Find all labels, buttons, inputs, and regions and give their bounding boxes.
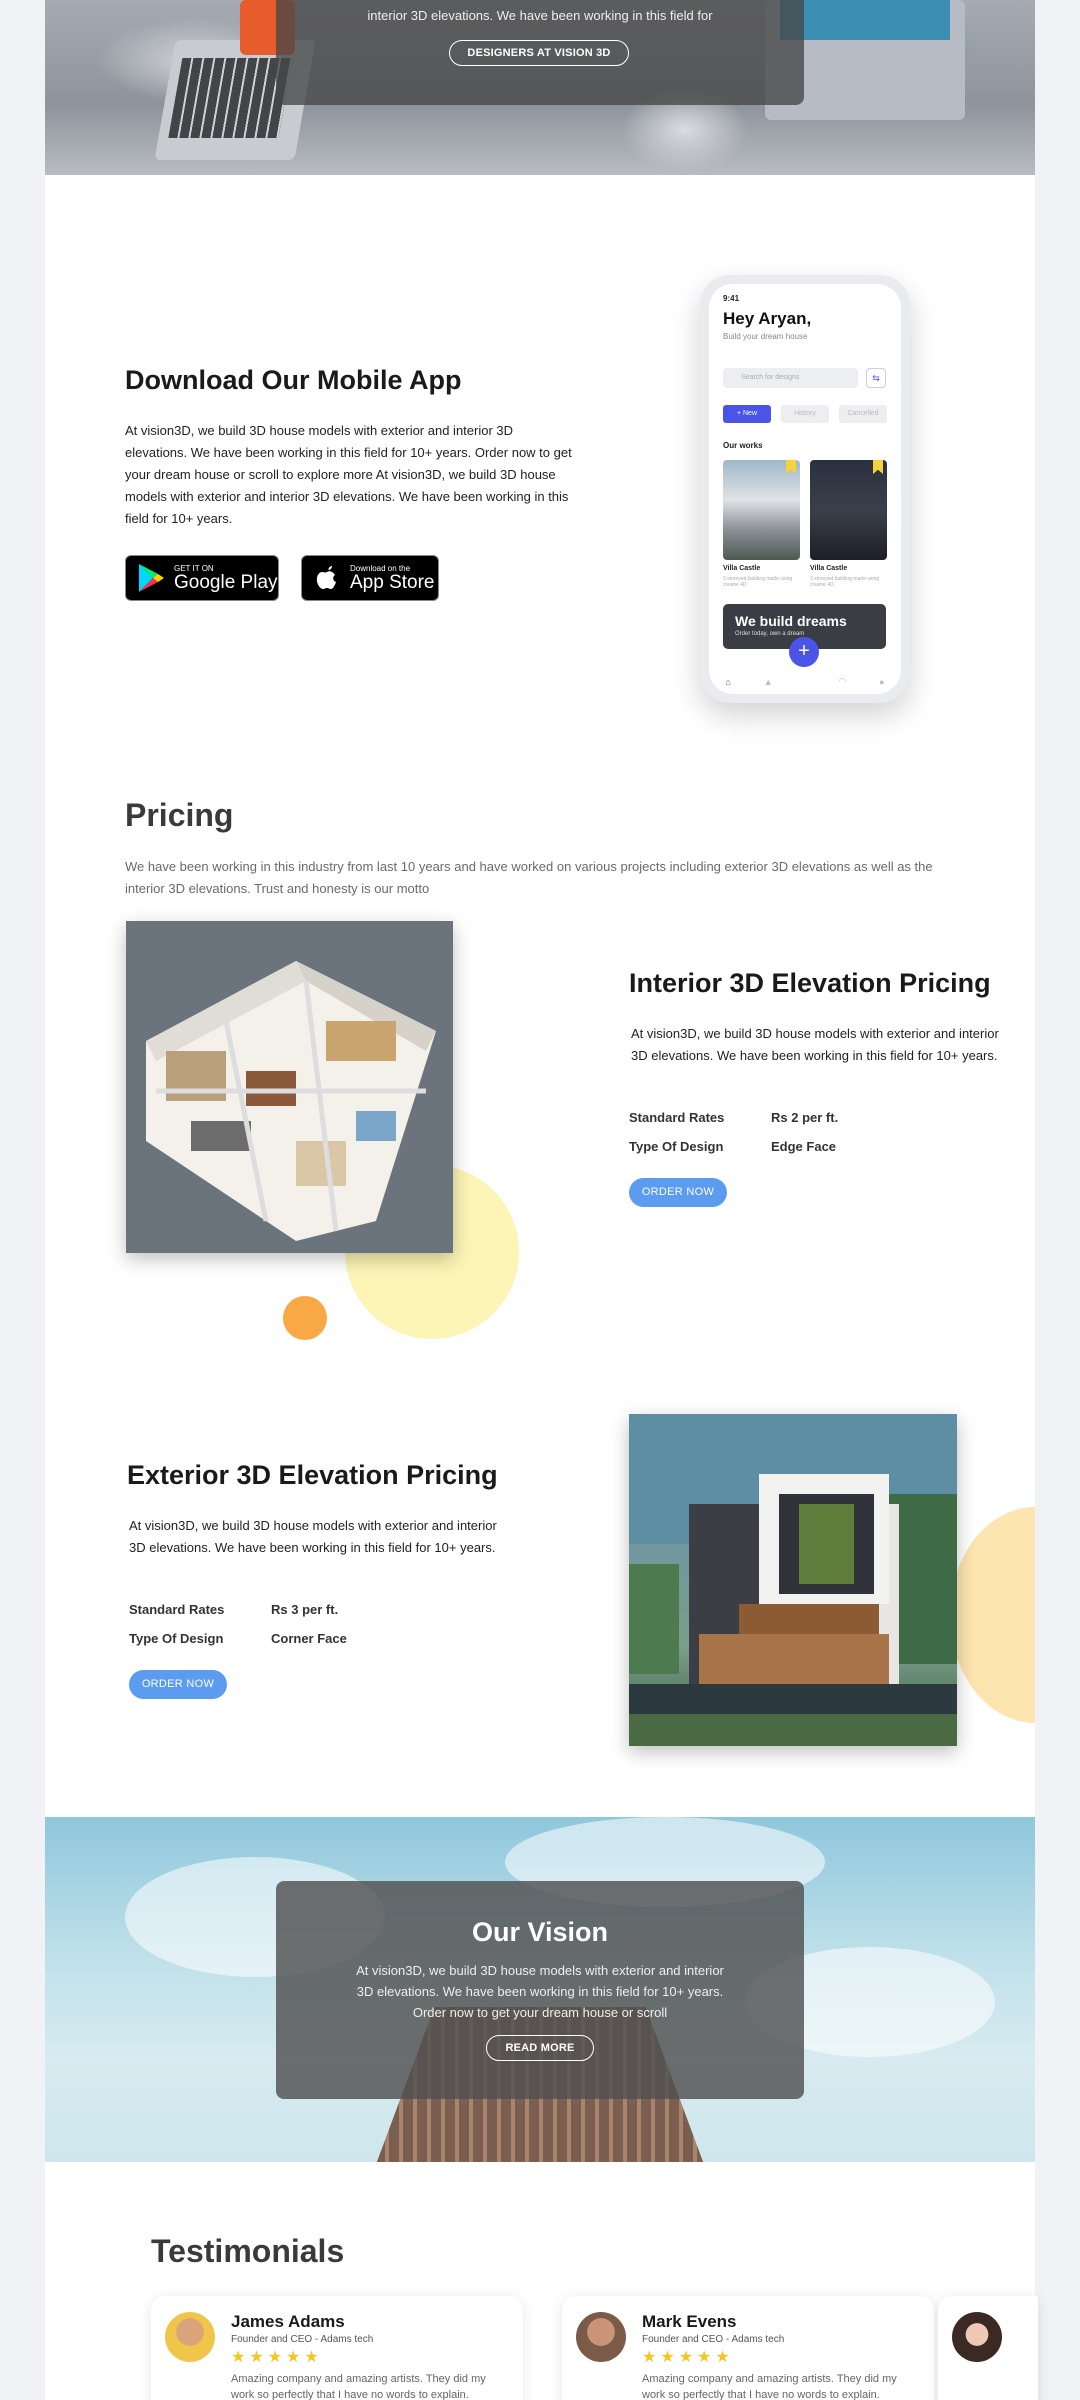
phone-plus-icon: + [789, 637, 819, 667]
testimonial-role: Founder and CEO - Adams tech [231, 2334, 374, 2345]
testimonial-quote: Amazing company and amazing artists. The… [231, 2373, 486, 2400]
home-icon: ⌂ [725, 676, 731, 687]
exterior-pricing-title: Exterior 3D Elevation Pricing [127, 1460, 498, 1490]
pricing-text: We have been working in this industry fr… [125, 859, 933, 896]
read-more-button[interactable]: READ MORE [486, 2035, 594, 2061]
exterior-order-button[interactable]: ORDER NOW [129, 1670, 227, 1699]
phone-nav-bar: ⌂ ▲ ◠ ● [709, 669, 901, 694]
interior-elevation-image [126, 921, 453, 1253]
testimonial-name: James Adams [231, 2312, 345, 2331]
phone-card-image [723, 460, 800, 560]
testimonial-card: James Adams Founder and CEO - Adams tech… [151, 2296, 523, 2400]
hero-banner: interior 3D elevations. We have been wor… [45, 0, 1035, 175]
phone-status-time: 9:41 [723, 294, 740, 303]
page: interior 3D elevations. We have been wor… [45, 0, 1035, 2400]
exterior-rate-label: Standard Rates [129, 1602, 225, 1617]
vision-section: Our Vision At vision3D, we build 3D hous… [45, 1817, 1035, 2162]
phone-card-desc: 3 storeyed building made using civame 4D [810, 576, 880, 588]
hero-overlay: interior 3D elevations. We have been wor… [276, 0, 804, 105]
decor-circle-orange [283, 1296, 327, 1340]
interior-pricing-text: At vision3D, we build 3D house models wi… [631, 1026, 999, 1063]
apple-icon [310, 563, 344, 593]
testimonial-name: Mark Evens [642, 2312, 737, 2331]
profile-icon: ● [879, 676, 885, 687]
phone-screen: 9:41 Hey Aryan, Build your dream house S… [709, 284, 901, 694]
exterior-rate-value: Rs 3 per ft. [271, 1602, 339, 1617]
testimonial-card-partial [938, 2296, 1038, 2400]
vision-overlay: Our Vision At vision3D, we build 3D hous… [276, 1881, 804, 2099]
phone-greeting: Hey Aryan, [723, 309, 812, 328]
interior-design-label: Type Of Design [629, 1139, 724, 1154]
phone-pill-new: + New [723, 405, 771, 423]
google-play-big-text: Google Play [174, 571, 278, 593]
phone-banner-title: We build dreams [735, 613, 847, 629]
app-section-text: At vision3D, we build 3D house models wi… [125, 423, 572, 526]
testimonial-role: Founder and CEO - Adams tech [642, 2334, 785, 2345]
interior-order-button[interactable]: ORDER NOW [629, 1178, 727, 1207]
phone-filter-icon: ⇆ [866, 368, 886, 388]
phone-pill-cancelled: Cancelled [839, 405, 887, 423]
google-play-icon [134, 563, 168, 593]
phone-mockup: 9:41 Hey Aryan, Build your dream house S… [700, 275, 910, 703]
phone-subtitle: Build your dream house [723, 332, 808, 341]
app-store-button[interactable]: Download on the App Store [301, 555, 439, 601]
interior-rate-value: Rs 2 per ft. [771, 1110, 839, 1125]
phone-search-input: Search for designs [723, 368, 858, 388]
headphones-icon: ◠ [838, 676, 847, 686]
hero-text: interior 3D elevations. We have been wor… [367, 8, 713, 23]
pricing-title: Pricing [125, 797, 234, 833]
avatar [576, 2312, 626, 2362]
exterior-design-label: Type Of Design [129, 1631, 224, 1646]
interior-rate-label: Standard Rates [629, 1110, 725, 1125]
vision-text: At vision3D, we build 3D house models wi… [356, 1963, 724, 2020]
testimonial-quote: Amazing company and amazing artists. The… [642, 2373, 897, 2400]
phone-card-title: Villa Castle [723, 565, 761, 572]
testimonials-title: Testimonials [151, 2233, 345, 2269]
exterior-pricing-text: At vision3D, we build 3D house models wi… [129, 1518, 497, 1555]
interior-pricing-title: Interior 3D Elevation Pricing [629, 968, 991, 998]
phone-card-title: Villa Castle [810, 565, 848, 572]
phone-card-desc: 3 storeyed building made using civame 4D [723, 576, 793, 588]
star-rating-icons: ★★★★★ [231, 2349, 323, 2366]
phone-our-works: Our works [723, 441, 763, 450]
designers-button[interactable]: DESIGNERS AT VISION 3D [449, 40, 629, 66]
app-section-title: Download Our Mobile App [125, 365, 462, 395]
phone-banner-sub: Order today, own a dream [735, 631, 805, 637]
decor-circle-yellow [950, 1507, 1035, 1723]
exterior-design-value: Corner Face [271, 1631, 347, 1646]
interior-design-value: Edge Face [771, 1139, 837, 1154]
phone-pill-history: History [781, 405, 829, 423]
exterior-elevation-image [629, 1414, 957, 1746]
avatar [165, 2312, 215, 2362]
avatar [952, 2312, 1002, 2362]
phone-card-image [810, 460, 887, 560]
app-store-big-text: App Store [350, 571, 435, 593]
google-play-button[interactable]: GET IT ON Google Play [125, 555, 279, 601]
star-rating-icons: ★★★★★ [642, 2349, 734, 2366]
vision-title: Our Vision [471, 1917, 609, 1947]
testimonial-card: Mark Evens Founder and CEO - Adams tech … [562, 2296, 934, 2400]
chart-icon: ▲ [763, 676, 773, 687]
